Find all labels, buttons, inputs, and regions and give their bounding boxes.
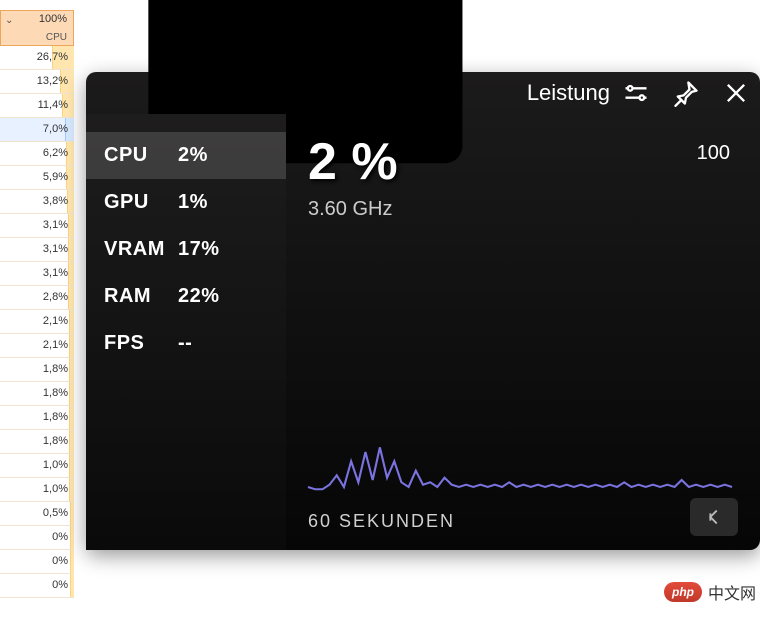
overlay-titlebar[interactable]: Leistung	[86, 72, 760, 114]
table-row[interactable]: 5,9%	[0, 166, 74, 190]
table-row[interactable]: 13,2%	[0, 70, 74, 94]
table-row[interactable]: 3,1%	[0, 238, 74, 262]
current-value: 2 %	[308, 132, 732, 192]
table-row[interactable]: 0%	[0, 574, 74, 598]
overlay-title: Leistung	[527, 80, 610, 106]
table-row[interactable]: 0%	[0, 526, 74, 550]
table-row[interactable]: 3,1%	[0, 214, 74, 238]
metric-vram[interactable]: VRAM17%	[86, 226, 286, 273]
cpu-header-value: 100%	[39, 13, 67, 25]
table-row[interactable]: 11,4%	[0, 94, 74, 118]
graph-pager-button[interactable]	[690, 498, 738, 536]
table-row[interactable]: 2,1%	[0, 310, 74, 334]
table-row[interactable]: 3,1%	[0, 262, 74, 286]
table-row[interactable]: 2,8%	[0, 286, 74, 310]
table-row[interactable]: 1,8%	[0, 406, 74, 430]
metric-ram[interactable]: RAM22%	[86, 273, 286, 320]
watermark-badge: php	[664, 582, 702, 602]
table-row[interactable]: 7,0%	[0, 118, 74, 142]
metric-cpu[interactable]: CPU2%	[86, 132, 286, 179]
table-row[interactable]: 1,0%	[0, 478, 74, 502]
metric-detail-pane: 2 % 100 3.60 GHz 60 SEKUNDEN	[286, 114, 760, 550]
taskmanager-cpu-column: ⌄ 100% CPU 26,7%13,2%11,4%7,0%6,2%5,9%3,…	[0, 10, 74, 598]
performance-overlay: Leistung CPU2%GPU1%VRAM17%RAM22%FPS-- 2 …	[86, 72, 760, 550]
table-row[interactable]: 3,8%	[0, 190, 74, 214]
table-row[interactable]: 26,7%	[0, 46, 74, 70]
table-row[interactable]: 1,8%	[0, 382, 74, 406]
table-row[interactable]: 1,8%	[0, 430, 74, 454]
table-row[interactable]: 6,2%	[0, 142, 74, 166]
watermark: php 中文网	[664, 580, 756, 604]
table-row[interactable]: 1,0%	[0, 454, 74, 478]
clock-frequency: 3.60 GHz	[308, 198, 732, 221]
cpu-column-header[interactable]: ⌄ 100% CPU	[0, 10, 74, 46]
table-row[interactable]: 1,8%	[0, 358, 74, 382]
table-row[interactable]: 2,1%	[0, 334, 74, 358]
settings-icon[interactable]	[622, 79, 650, 107]
chevron-down-icon: ⌄	[5, 15, 13, 26]
x-axis-label: 60 SEKUNDEN	[308, 511, 455, 532]
table-row[interactable]: 0%	[0, 550, 74, 574]
watermark-text: 中文网	[708, 580, 756, 604]
metric-fps[interactable]: FPS--	[86, 320, 286, 367]
metric-gpu[interactable]: GPU1%	[86, 179, 286, 226]
table-row[interactable]: 0,5%	[0, 502, 74, 526]
usage-chart	[308, 424, 732, 494]
metrics-list: CPU2%GPU1%VRAM17%RAM22%FPS--	[86, 114, 286, 550]
y-axis-max: 100	[697, 142, 730, 165]
pin-icon[interactable]	[672, 79, 700, 107]
chevron-left-icon	[703, 506, 725, 528]
cpu-header-label: CPU	[46, 32, 67, 43]
close-icon[interactable]	[722, 79, 750, 107]
